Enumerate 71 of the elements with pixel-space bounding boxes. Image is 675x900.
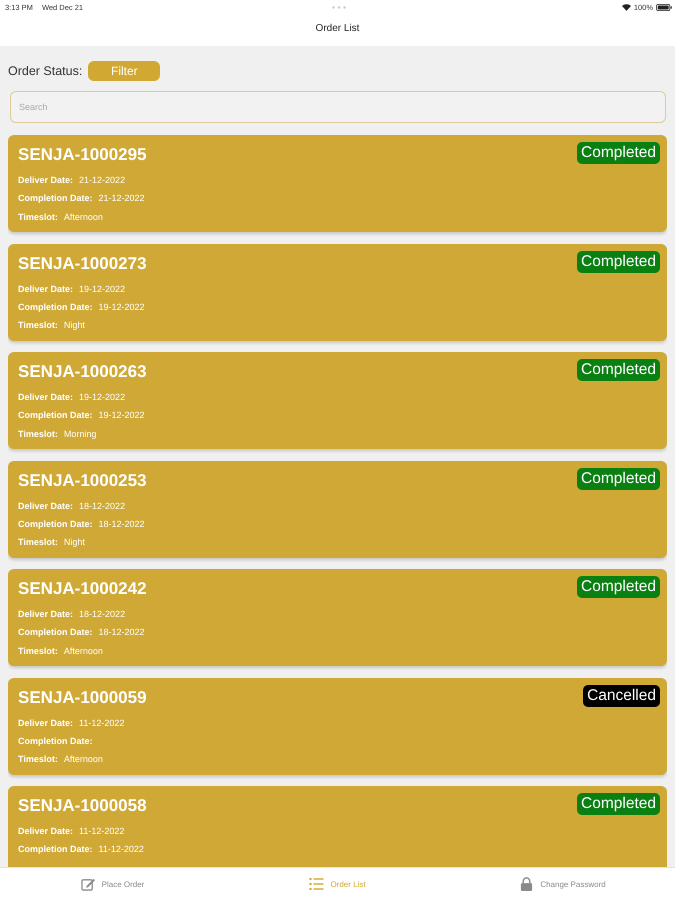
field-label: Timeslot: xyxy=(18,537,58,548)
order-status-label: Order Status: xyxy=(8,64,82,78)
wifi-icon xyxy=(622,4,631,10)
field-value: 19-12-2022 xyxy=(79,284,126,294)
nav-title: Order List xyxy=(316,23,360,35)
field-label: Completion Date: xyxy=(18,193,93,204)
field-value: 19-12-2022 xyxy=(79,392,126,402)
field-value: 18-12-2022 xyxy=(98,518,145,529)
status-badge: Completed xyxy=(577,250,660,272)
order-card[interactable]: SENJA-1000058 Deliver Date: 11-12-2022 Completion Date: 11-12-2022 Completed xyxy=(8,786,667,867)
field-label: Timeslot: xyxy=(18,754,58,764)
list-icon[interactable] xyxy=(309,877,324,891)
field-value: 11-12-2022 xyxy=(79,718,124,728)
field-label: Completion Date: xyxy=(18,518,93,529)
field-label: Deliver Date: xyxy=(18,826,74,836)
status-badge: Completed xyxy=(577,359,660,381)
field-label: Deliver Date: xyxy=(18,609,74,620)
field-label: Completion Date: xyxy=(18,627,93,638)
field-label: Timeslot: xyxy=(18,320,58,330)
field-label: Timeslot: xyxy=(18,428,58,439)
battery-icon xyxy=(656,4,672,10)
order-number: SENJA-1000059 xyxy=(18,686,147,708)
tab-item[interactable]: Place Order xyxy=(0,868,225,900)
field-label: Timeslot: xyxy=(18,212,58,222)
order-number: SENJA-1000295 xyxy=(18,144,147,166)
status-badge: Completed xyxy=(577,142,660,164)
lock-icon[interactable] xyxy=(519,877,534,891)
order-card[interactable]: SENJA-1000263 Deliver Date: 19-12-2022 Completion Date: 19-12-2022 Timeslot: Morning Completed xyxy=(8,352,667,449)
field-value: Morning xyxy=(64,428,96,439)
order-card[interactable]: SENJA-1000242 Deliver Date: 18-12-2022 Completion Date: 18-12-2022 Timeslot: Afternoon Completed xyxy=(8,569,667,666)
dots-icon xyxy=(332,6,346,8)
field-value: Night xyxy=(64,537,85,548)
field-value: 11-12-2022 xyxy=(98,844,144,854)
field-label: Completion Date: xyxy=(18,410,93,420)
status-badge: Completed xyxy=(577,468,660,490)
order-card[interactable]: SENJA-1000273 Deliver Date: 19-12-2022 Completion Date: 19-12-2022 Timeslot: Night Completed xyxy=(8,244,667,340)
field-label: Deliver Date: xyxy=(18,175,74,186)
field-value: Afternoon xyxy=(64,212,103,222)
field-label: Deliver Date: xyxy=(18,392,74,402)
order-number: SENJA-1000273 xyxy=(18,252,147,274)
order-number: SENJA-1000263 xyxy=(18,361,147,383)
status-badge: Completed xyxy=(577,576,660,598)
order-card[interactable]: SENJA-1000059 Deliver Date: 11-12-2022 Completion Date: Timeslot: Afternoon Cancelled xyxy=(8,678,667,774)
field-value: 19-12-2022 xyxy=(98,410,145,420)
order-card[interactable]: SENJA-1000295 Deliver Date: 21-12-2022 Completion Date: 21-12-2022 Timeslot: Afternoon Completed xyxy=(8,135,667,232)
field-value: 21-12-2022 xyxy=(79,175,126,186)
order-number: SENJA-1000253 xyxy=(18,470,147,492)
status-badge: Cancelled xyxy=(583,684,660,706)
field-value: Afternoon xyxy=(64,754,103,764)
order-number: SENJA-1000058 xyxy=(18,795,147,817)
field-value: 21-12-2022 xyxy=(98,193,145,204)
field-label: Completion Date: xyxy=(18,302,93,312)
field-value: 18-12-2022 xyxy=(79,500,126,511)
field-label: Deliver Date: xyxy=(18,718,74,728)
search-field[interactable]: Search xyxy=(10,91,666,123)
pencil-square-icon[interactable] xyxy=(80,877,96,891)
status-badge: Completed xyxy=(577,793,660,815)
field-label: Completion Date: xyxy=(18,736,93,746)
field-label: Deliver Date: xyxy=(18,500,74,511)
field-value: Night xyxy=(64,320,85,330)
field-label: Timeslot: xyxy=(18,646,58,656)
tab-item[interactable]: Change Password xyxy=(450,868,675,900)
field-value: 11-12-2022 xyxy=(79,826,124,836)
field-label: Completion Date: xyxy=(18,844,93,854)
field-value: 18-12-2022 xyxy=(79,609,126,620)
order-number: SENJA-1000242 xyxy=(18,578,147,600)
order-card[interactable]: SENJA-1000253 Deliver Date: 18-12-2022 Completion Date: 18-12-2022 Timeslot: Night Completed xyxy=(8,460,667,558)
field-value: Afternoon xyxy=(64,646,103,656)
field-value: 18-12-2022 xyxy=(98,627,145,638)
field-value: 19-12-2022 xyxy=(98,302,145,312)
field-label: Deliver Date: xyxy=(18,284,74,294)
